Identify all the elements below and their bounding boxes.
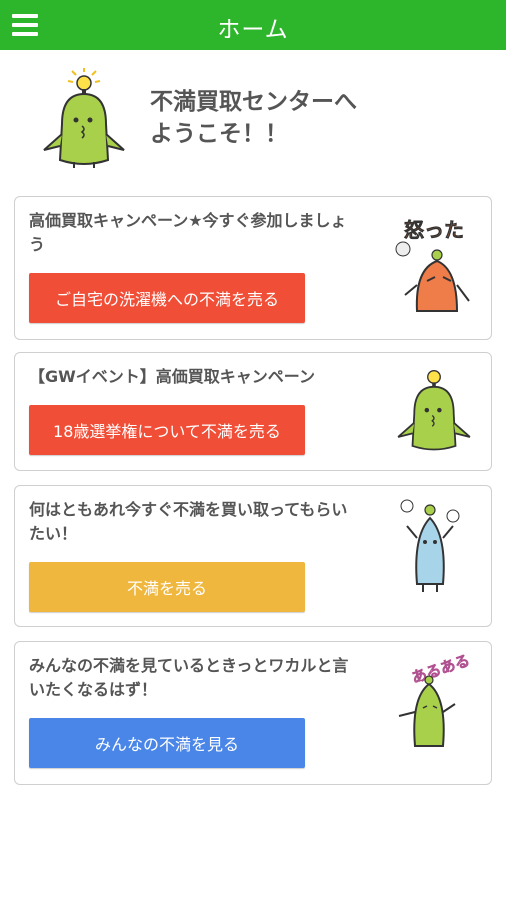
- welcome-line-2: ようこそ！！: [150, 121, 288, 147]
- campaign-card-3: 何はともあれ今すぐ不満を買い取ってもらいたい！ 不満を売る: [14, 485, 492, 627]
- campaign-card-2: 【GWイベント】高価買取キャンペーン 18歳選挙権について不満を売る: [14, 352, 492, 471]
- welcome-line-1: 不満買取センターへ: [150, 89, 357, 115]
- view-complaints-button[interactable]: みんなの不満を見る: [29, 718, 305, 768]
- sell-complaint-button[interactable]: 不満を売る: [29, 562, 305, 612]
- angry-mascot-icon: 怒った: [395, 218, 470, 312]
- campaign-card-4: みんなの不満を見ているときっとワカルと言いたくなるはず！ みんなの不満を見る あ…: [14, 641, 492, 785]
- welcome-message: 不満買取センターへ ようこそ！！: [150, 86, 400, 150]
- card-title: 高価買取キャンペーン★今すぐ参加しましょう: [29, 211, 347, 254]
- welcome-section: 不満買取センターへ ようこそ！！: [0, 50, 506, 190]
- app-header: ホーム: [0, 0, 506, 50]
- blue-mascot-icon: [400, 499, 460, 592]
- green-mascot-icon: [397, 370, 471, 451]
- card-title: 【GWイベント】高価買取キャンペーン: [29, 367, 315, 386]
- campaign-card-1: 高価買取キャンペーン★今すぐ参加しましょう ご自宅の洗濯機への不満を売る 怒った: [14, 196, 492, 340]
- card-title: みんなの不満を見ているときっとワカルと言いたくなるはず！: [29, 656, 349, 699]
- green-mascot-icon: [43, 68, 125, 168]
- agree-mascot-icon: あるある: [398, 652, 471, 747]
- card-title: 何はともあれ今すぐ不満を買い取ってもらいたい！: [29, 500, 348, 543]
- sell-voting-rights-button[interactable]: 18歳選挙権について不満を売る: [29, 405, 305, 455]
- page-title: ホーム: [217, 17, 289, 43]
- svg-text:怒った: 怒った: [404, 218, 464, 242]
- sell-washing-machine-button[interactable]: ご自宅の洗濯機への不満を売る: [29, 273, 305, 323]
- svg-text:あるある: あるある: [409, 652, 471, 687]
